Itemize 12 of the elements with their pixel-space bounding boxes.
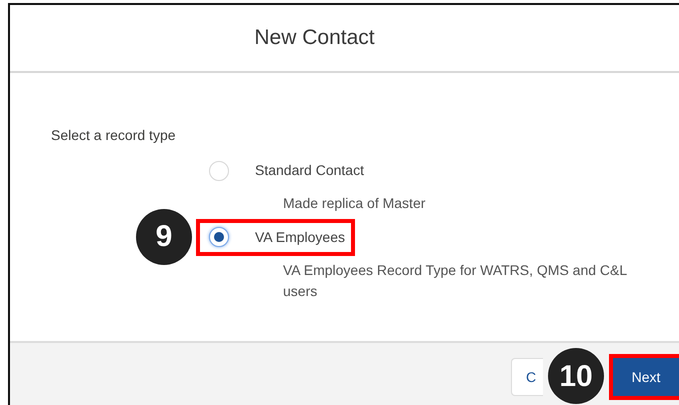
step-badge: 9 [136, 208, 192, 265]
radio-button[interactable] [209, 227, 229, 248]
radio-button[interactable] [209, 160, 229, 180]
prompt-text: Select a record type [51, 126, 176, 145]
cancel-button[interactable]: C [511, 358, 543, 396]
option-label: VA Employees [255, 228, 346, 247]
option-label: Standard Contact [255, 161, 364, 180]
next-button[interactable]: Next [613, 358, 679, 396]
modal-title: New Contact [254, 25, 375, 52]
option-description: VA Employees Record Type for WATRS, QMS and C&L users [283, 260, 628, 302]
option-description: Made replica of Master [283, 194, 426, 213]
step-badge: 10 [548, 348, 604, 404]
